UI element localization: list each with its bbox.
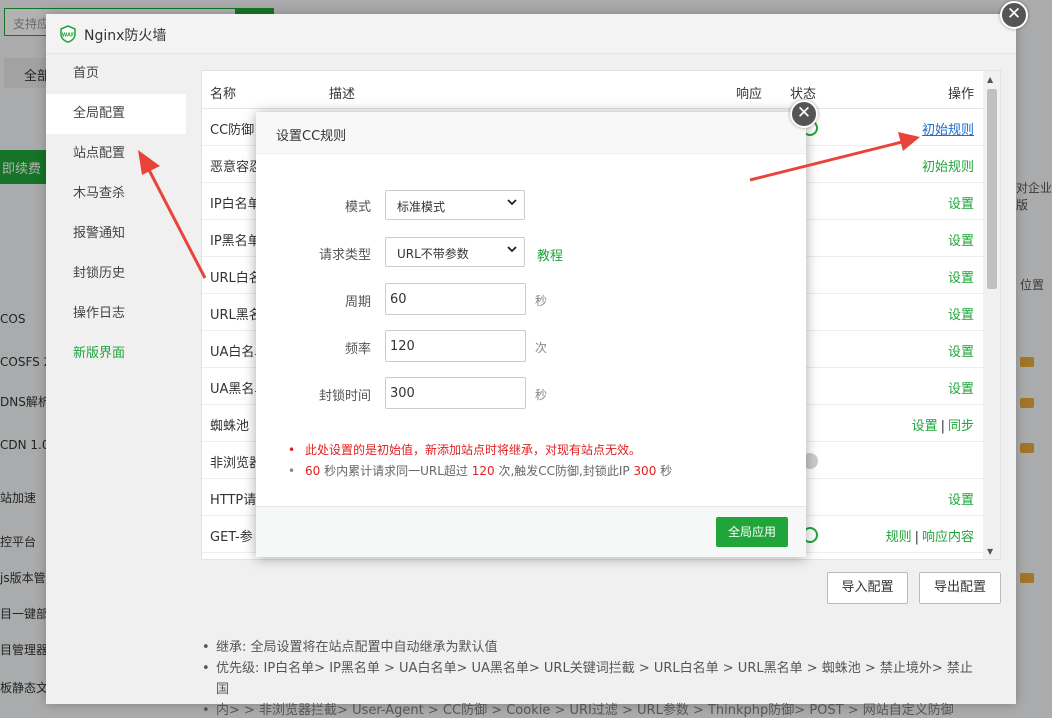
row-name: IP白名单 (210, 197, 261, 212)
settings-link[interactable]: 设置 (948, 489, 974, 508)
row-name: IP黑名单 (210, 234, 261, 249)
scrollbar-thumb[interactable] (987, 89, 997, 289)
period-input[interactable]: 60 (385, 283, 526, 315)
sidebar-item-alert-notify[interactable]: 报警通知 (46, 214, 186, 254)
summary-period: 60 (305, 464, 321, 478)
table-header: 名称 描述 响应 状态 操作 (202, 71, 984, 109)
import-config-button[interactable]: 导入配置 (827, 572, 908, 604)
row-name: HTTP请 (210, 493, 257, 508)
row-ops: 规则 | 响应内容 (886, 526, 974, 545)
sidebar-item-site-config[interactable]: 站点配置 (46, 134, 186, 174)
export-config-button[interactable]: 导出配置 (919, 572, 1001, 604)
summary-text: 次,触发CC防御,封锁此IP (494, 464, 634, 478)
request-type-select[interactable]: URL不带参数 (385, 237, 525, 267)
cc-rule-dialog: 设置CC规则 模式 标准模式 请求类型 URL不带参数 教程 周期 60 秒 频… (256, 112, 806, 557)
row-name: 恶意容忍 (210, 160, 263, 175)
row-name: 蜘蛛池 (210, 419, 250, 434)
sidebar-item-trojan-scan[interactable]: 木马查杀 (46, 174, 186, 214)
note-priority-continued: 内> > 非浏览器拦截> User-Agent > CC防御 > Cookie … (200, 700, 980, 718)
block-time-input[interactable]: 300 (385, 377, 526, 409)
table-scrollbar[interactable]: ▲ ▼ (983, 71, 1000, 559)
mode-select-value: 标准模式 (397, 200, 446, 214)
sidebar-item-block-history[interactable]: 封锁历史 (46, 254, 186, 294)
settings-link[interactable]: 设置 (948, 230, 974, 249)
chevron-down-icon (507, 199, 517, 206)
summary-text: 秒内累计请求同一URL超过 (320, 464, 472, 478)
notes-list: 继承: 全局设置将在站点配置中自动继承为默认值 优先级: IP白名单> IP黑名… (200, 637, 980, 718)
column-header-ops: 操作 (947, 87, 974, 102)
settings-link[interactable]: 设置 (948, 193, 974, 212)
period-unit: 秒 (535, 294, 548, 308)
warning-note: 此处设置的是初始值，新添加站点时将继承，对现有站点无效。 (286, 440, 672, 461)
settings-link[interactable]: 设置 (912, 419, 938, 434)
summary-note: 60 秒内累计请求同一URL超过 120 次,触发CC防御,封锁此IP 300 … (286, 461, 672, 482)
mode-label: 模式 (344, 200, 371, 215)
scroll-up-icon[interactable]: ▲ (987, 75, 993, 84)
rules-link[interactable]: 规则 (886, 530, 912, 545)
summary-text: 秒 (656, 464, 673, 478)
ops-separator: | (914, 530, 919, 545)
chevron-down-icon (507, 246, 517, 253)
period-label: 周期 (344, 295, 371, 310)
mode-select[interactable]: 标准模式 (385, 190, 525, 220)
settings-link[interactable]: 设置 (948, 267, 974, 286)
column-header-response: 响应 (736, 87, 763, 102)
frequency-unit: 次 (535, 341, 548, 355)
row-name: CC防御 (210, 123, 255, 138)
sidebar: 首页 全局配置 站点配置 木马查杀 报警通知 封锁历史 操作日志 新版界面 (46, 54, 186, 704)
initial-rules-link[interactable]: 初始规则 (922, 156, 974, 175)
sidebar-item-home[interactable]: 首页 (46, 54, 186, 94)
sync-link[interactable]: 同步 (948, 419, 974, 434)
block-time-unit: 秒 (535, 388, 548, 402)
column-header-name: 名称 (210, 87, 237, 102)
waf-shield-icon: WAF (60, 25, 76, 43)
block-time-label: 封锁时间 (318, 389, 371, 404)
window-header: WAF Nginx防火墙 (46, 14, 1016, 54)
tutorial-link[interactable]: 教程 (537, 245, 563, 264)
frequency-label: 频率 (344, 342, 371, 357)
window-title: Nginx防火墙 (84, 28, 167, 44)
note-inherit: 继承: 全局设置将在站点配置中自动继承为默认值 (200, 637, 980, 658)
summary-block-time: 300 (633, 464, 657, 478)
frequency-input[interactable]: 120 (385, 330, 526, 362)
dialog-title: 设置CC规则 (276, 129, 347, 144)
column-header-desc: 描述 (329, 87, 356, 102)
row-ops: 设置 | 同步 (912, 415, 974, 434)
apply-global-button[interactable]: 全局应用 (716, 517, 788, 547)
response-content-link[interactable]: 响应内容 (922, 530, 974, 545)
window-close-icon[interactable]: ✕ (1000, 1, 1028, 29)
settings-link[interactable]: 设置 (948, 304, 974, 323)
dialog-notes: 此处设置的是初始值，新添加站点时将继承，对现有站点无效。 60 秒内累计请求同一… (286, 440, 672, 482)
svg-text:WAF: WAF (62, 33, 75, 39)
initial-rules-link[interactable]: 初始规则 (922, 123, 974, 138)
sidebar-item-global-config[interactable]: 全局配置 (46, 94, 186, 134)
row-name: GET-参 (210, 530, 253, 545)
settings-link[interactable]: 设置 (948, 378, 974, 397)
request-type-select-value: URL不带参数 (397, 247, 469, 261)
sidebar-item-operation-log[interactable]: 操作日志 (46, 294, 186, 334)
summary-frequency: 120 (471, 464, 495, 478)
dialog-header: 设置CC规则 (256, 112, 806, 154)
note-priority: 优先级: IP白名单> IP黑名单 > UA白名单> UA黑名单> URL关键词… (200, 658, 980, 700)
sidebar-item-new-ui[interactable]: 新版界面 (46, 334, 186, 374)
scroll-down-icon[interactable]: ▼ (987, 547, 993, 556)
ops-separator: | (940, 419, 945, 434)
request-type-label: 请求类型 (318, 248, 371, 263)
settings-link[interactable]: 设置 (948, 341, 974, 360)
dialog-footer: 全局应用 (256, 506, 806, 557)
dialog-close-icon[interactable]: ✕ (790, 100, 818, 128)
row-ops: 初始规则 (922, 119, 974, 138)
row-name: 非浏览器 (210, 456, 263, 471)
